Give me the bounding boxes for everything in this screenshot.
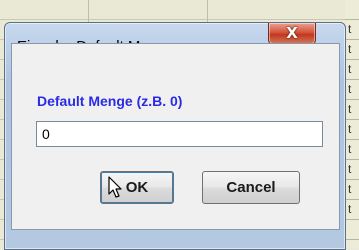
- cell-text: t: [348, 182, 352, 196]
- mouse-cursor-icon: [108, 176, 122, 198]
- cell-text: t: [348, 202, 352, 216]
- ok-button-label: OK: [125, 179, 149, 196]
- cell-text: t: [348, 162, 352, 176]
- cancel-button[interactable]: Cancel: [202, 171, 300, 204]
- default-quantity-input[interactable]: 0: [36, 121, 323, 147]
- cell-text: t: [348, 142, 352, 156]
- cell-text: t: [348, 122, 352, 136]
- cell-text: t: [348, 42, 352, 56]
- close-icon: X: [286, 24, 298, 42]
- cell-text: t: [348, 82, 352, 96]
- close-button[interactable]: X: [268, 23, 316, 45]
- cancel-button-label: Cancel: [226, 179, 276, 196]
- cell-text: t: [348, 102, 352, 116]
- cell-text: t: [348, 62, 352, 76]
- prompt-label: Default Menge (z.B. 0): [37, 93, 183, 109]
- cell-text: t: [348, 22, 352, 36]
